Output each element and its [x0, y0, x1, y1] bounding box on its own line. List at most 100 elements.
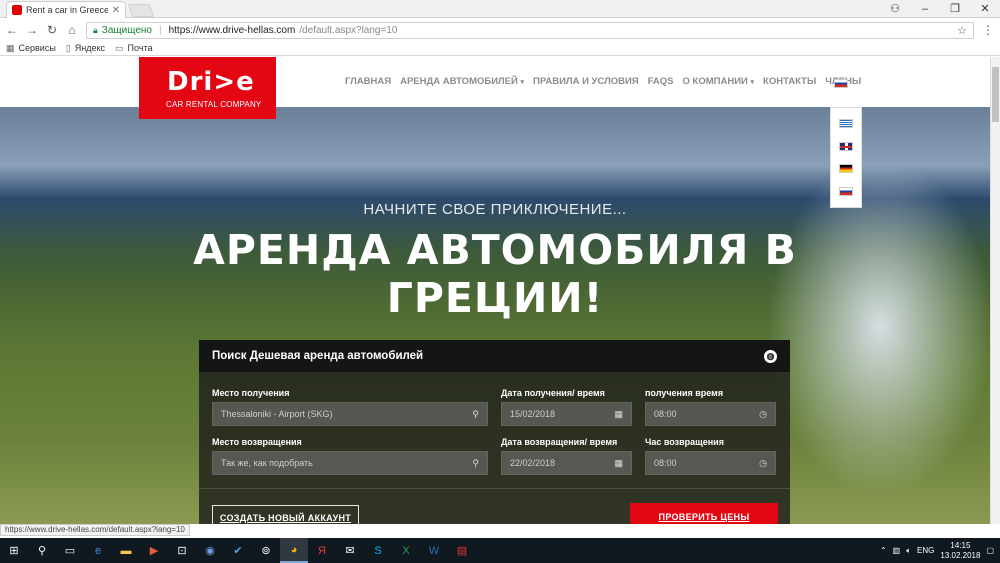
- return-location-label: Место возвращения: [212, 437, 302, 447]
- browser-tab[interactable]: Rent a car in Greece - Dr ✕: [6, 1, 126, 18]
- field-value: 22/02/2018: [510, 458, 556, 468]
- nav-contacts[interactable]: КОНТАКТЫ: [763, 76, 816, 87]
- word-icon[interactable]: W: [420, 538, 448, 563]
- nav-faqs[interactable]: FAQS: [648, 76, 674, 87]
- window-controls: ⚇ – ❐ ✕: [880, 0, 1000, 18]
- chrome-icon[interactable]: ◕: [280, 538, 308, 563]
- pickup-date-field[interactable]: 15/02/2018 ▦: [501, 402, 632, 426]
- windows-start-icon[interactable]: ⊞: [0, 538, 28, 563]
- russian-flag-icon[interactable]: [834, 79, 848, 88]
- address-bar[interactable]: 🔒︎ Защищено | https://www.drive-hellas.c…: [86, 21, 974, 39]
- nav-label: О КОМПАНИИ: [682, 76, 748, 87]
- nav-about[interactable]: О КОМПАНИИ ▾: [683, 76, 755, 87]
- clock-date: 13.02.2018: [940, 550, 981, 560]
- calendar-icon: ▦: [614, 408, 623, 419]
- return-time-field[interactable]: 08:00 ◷: [645, 451, 776, 475]
- russian-flag-icon[interactable]: [839, 187, 853, 197]
- excel-icon[interactable]: X: [392, 538, 420, 563]
- back-icon[interactable]: ←: [6, 23, 18, 37]
- maximize-button[interactable]: ❐: [940, 0, 970, 18]
- globe-icon[interactable]: ◍: [764, 349, 777, 363]
- site-favicon-icon: [12, 5, 22, 15]
- return-location-field[interactable]: Так же, как подобрать ⚲: [212, 451, 488, 475]
- hero-title: АРЕНДА АВТОМОБИЛЯ В ГРЕЦИИ!: [0, 226, 990, 322]
- greek-flag-icon[interactable]: [839, 118, 853, 128]
- mail-app-icon[interactable]: ✔: [224, 538, 252, 563]
- nav-home[interactable]: ГЛАВНАЯ: [345, 76, 391, 87]
- file-explorer-icon[interactable]: ▬: [112, 538, 140, 563]
- notifications-icon[interactable]: ▢: [986, 546, 994, 555]
- search-panel-title: Поиск Дешевая аренда автомобилей: [212, 350, 424, 362]
- edge-browser-icon[interactable]: e: [84, 538, 112, 563]
- nav-label: АРЕНДА АВТОМОБИЛЕЙ: [400, 76, 518, 87]
- bookmark-mail[interactable]: ▭ Почта: [115, 43, 153, 54]
- forward-icon[interactable]: →: [26, 23, 38, 37]
- media-player-icon[interactable]: ▶: [140, 538, 168, 563]
- english-flag-icon[interactable]: [839, 141, 853, 151]
- field-value: 08:00: [654, 458, 677, 468]
- chevron-up-icon[interactable]: ⌃: [880, 546, 887, 555]
- close-window-button[interactable]: ✕: [970, 0, 1000, 18]
- mail-icon: ▭: [115, 42, 124, 53]
- language-indicator[interactable]: ENG: [917, 546, 934, 555]
- logo-name: Dri>e: [167, 67, 255, 97]
- bookmark-services[interactable]: ▦ Сервисы: [6, 43, 56, 54]
- check-prices-button[interactable]: ПРОВЕРИТЬ ЦЕНЫ: [630, 503, 778, 524]
- search-panel-header: Поиск Дешевая аренда автомобилей ◍: [199, 340, 790, 372]
- browser-menu-icon[interactable]: ⋮: [982, 23, 994, 37]
- site-logo[interactable]: Dri>e CAR RENTAL COMPANY: [139, 57, 276, 119]
- hero-title-line: ГРЕЦИИ!: [386, 274, 604, 322]
- search-panel: Поиск Дешевая аренда автомобилей ◍ Место…: [199, 340, 790, 524]
- task-view-icon[interactable]: ▭: [56, 538, 84, 563]
- minimize-button[interactable]: –: [910, 0, 940, 18]
- map-pin-icon: ⚲: [472, 408, 479, 419]
- mail-icon[interactable]: ✉: [336, 538, 364, 563]
- bookmark-label: Почта: [127, 43, 153, 53]
- web-page: Dri>e CAR RENTAL COMPANY ГЛАВНАЯ АРЕНДА …: [0, 57, 990, 524]
- url-host: https://www.drive-hellas.com: [168, 24, 296, 36]
- hero-title-line: АРЕНДА АВТОМОБИЛЯ В: [193, 226, 797, 274]
- new-tab-button[interactable]: [127, 4, 155, 17]
- create-account-button[interactable]: СОЗДАТЬ НОВЫЙ АККАУНТ: [212, 505, 359, 524]
- volume-icon[interactable]: 🔈︎: [906, 546, 911, 556]
- clock-time: 14:15: [950, 540, 971, 550]
- clock[interactable]: 14:15 13.02.2018: [940, 541, 980, 561]
- home-icon[interactable]: ⌂: [66, 23, 78, 37]
- close-tab-icon[interactable]: ✕: [112, 5, 120, 16]
- field-placeholder: Так же, как подобрать: [221, 458, 313, 468]
- secure-label: Защищено: [101, 24, 152, 36]
- pickup-time-field[interactable]: 08:00 ◷: [645, 402, 776, 426]
- site-header: Dri>e CAR RENTAL COMPANY ГЛАВНАЯ АРЕНДА …: [0, 57, 990, 119]
- app-icon[interactable]: ⊚: [252, 538, 280, 563]
- panel-divider: [199, 488, 790, 489]
- yandex-browser-icon[interactable]: Я: [308, 538, 336, 563]
- profile-icon[interactable]: ⚇: [880, 0, 910, 18]
- bookmarks-bar: ▦ Сервисы ▯ Яндекс ▭ Почта: [0, 41, 1000, 56]
- search-icon[interactable]: ⚲: [28, 538, 56, 563]
- chevron-down-icon: ▾: [520, 79, 525, 86]
- app-icon[interactable]: ◉: [196, 538, 224, 563]
- field-value: 08:00: [654, 409, 677, 419]
- pdf-icon[interactable]: ▤: [448, 538, 476, 563]
- page-scrollbar[interactable]: [990, 57, 1000, 524]
- tab-title: Rent a car in Greece - Dr: [26, 5, 108, 15]
- store-icon[interactable]: ⊡: [168, 538, 196, 563]
- nav-car-rental[interactable]: АРЕНДА АВТОМОБИЛЕЙ ▾: [400, 76, 524, 87]
- reload-icon[interactable]: ↻: [46, 23, 58, 37]
- url-path: /default.aspx?lang=10: [299, 24, 398, 36]
- lock-icon: 🔒︎: [93, 24, 98, 35]
- chevron-down-icon: ▾: [750, 79, 755, 86]
- bookmark-star-icon[interactable]: ☆: [957, 24, 967, 37]
- scrollbar-thumb[interactable]: [992, 67, 999, 122]
- system-tray: ⌃ ▥ 🔈︎ ENG 14:15 13.02.2018 ▢: [880, 541, 1000, 561]
- pickup-location-field[interactable]: Thessaloniki - Airport (SKG) ⚲: [212, 402, 488, 426]
- field-value: Thessaloniki - Airport (SKG): [221, 409, 333, 419]
- german-flag-icon[interactable]: [839, 164, 853, 174]
- network-icon[interactable]: ▥: [893, 546, 901, 555]
- return-date-field[interactable]: 22/02/2018 ▦: [501, 451, 632, 475]
- skype-icon[interactable]: S: [364, 538, 392, 563]
- main-nav: ГЛАВНАЯ АРЕНДА АВТОМОБИЛЕЙ ▾ ПРАВИЛА И У…: [345, 76, 861, 87]
- nav-terms[interactable]: ПРАВИЛА И УСЛОВИЯ: [533, 76, 639, 87]
- bookmark-yandex[interactable]: ▯ Яндекс: [66, 43, 105, 54]
- clock-icon: ◷: [759, 408, 767, 419]
